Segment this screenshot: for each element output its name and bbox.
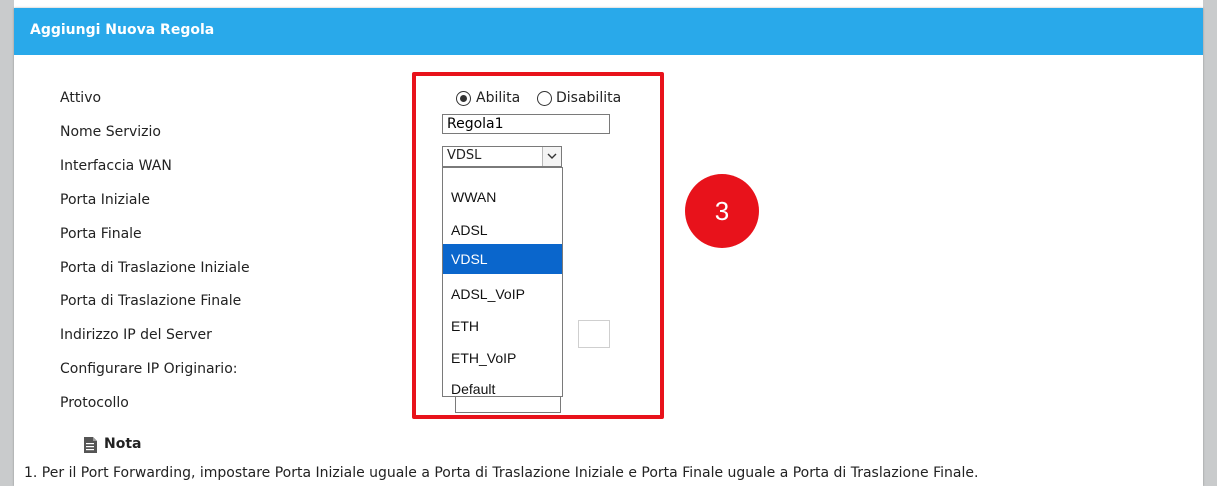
- note-line: 1. Per il Port Forwarding, impostare Por…: [24, 465, 979, 481]
- highlight-box: [412, 72, 664, 419]
- label-service-name: Nome Servizio: [60, 124, 161, 140]
- label-start-port: Porta Iniziale: [60, 192, 150, 208]
- backdrop: [1203, 0, 1217, 486]
- label-translation-end-port: Porta di Traslazione Finale: [60, 293, 242, 309]
- step-badge: 3: [685, 174, 759, 248]
- label-wan-interface: Interfaccia WAN: [60, 158, 172, 174]
- label-server-ip: Indirizzo IP del Server: [60, 327, 212, 343]
- label-translation-start-port: Porta di Traslazione Iniziale: [60, 260, 250, 276]
- label-originating-ip: Configurare IP Originario:: [60, 361, 238, 377]
- label-active: Attivo: [60, 90, 102, 106]
- note-title: Nota: [104, 436, 142, 452]
- dialog-title: Aggiungi Nuova Regola: [30, 22, 215, 38]
- label-protocol: Protocollo: [60, 395, 129, 411]
- note-icon: [84, 437, 97, 453]
- backdrop: [0, 0, 14, 486]
- dialog-header: Aggiungi Nuova Regola: [14, 8, 1203, 55]
- label-end-port: Porta Finale: [60, 226, 142, 242]
